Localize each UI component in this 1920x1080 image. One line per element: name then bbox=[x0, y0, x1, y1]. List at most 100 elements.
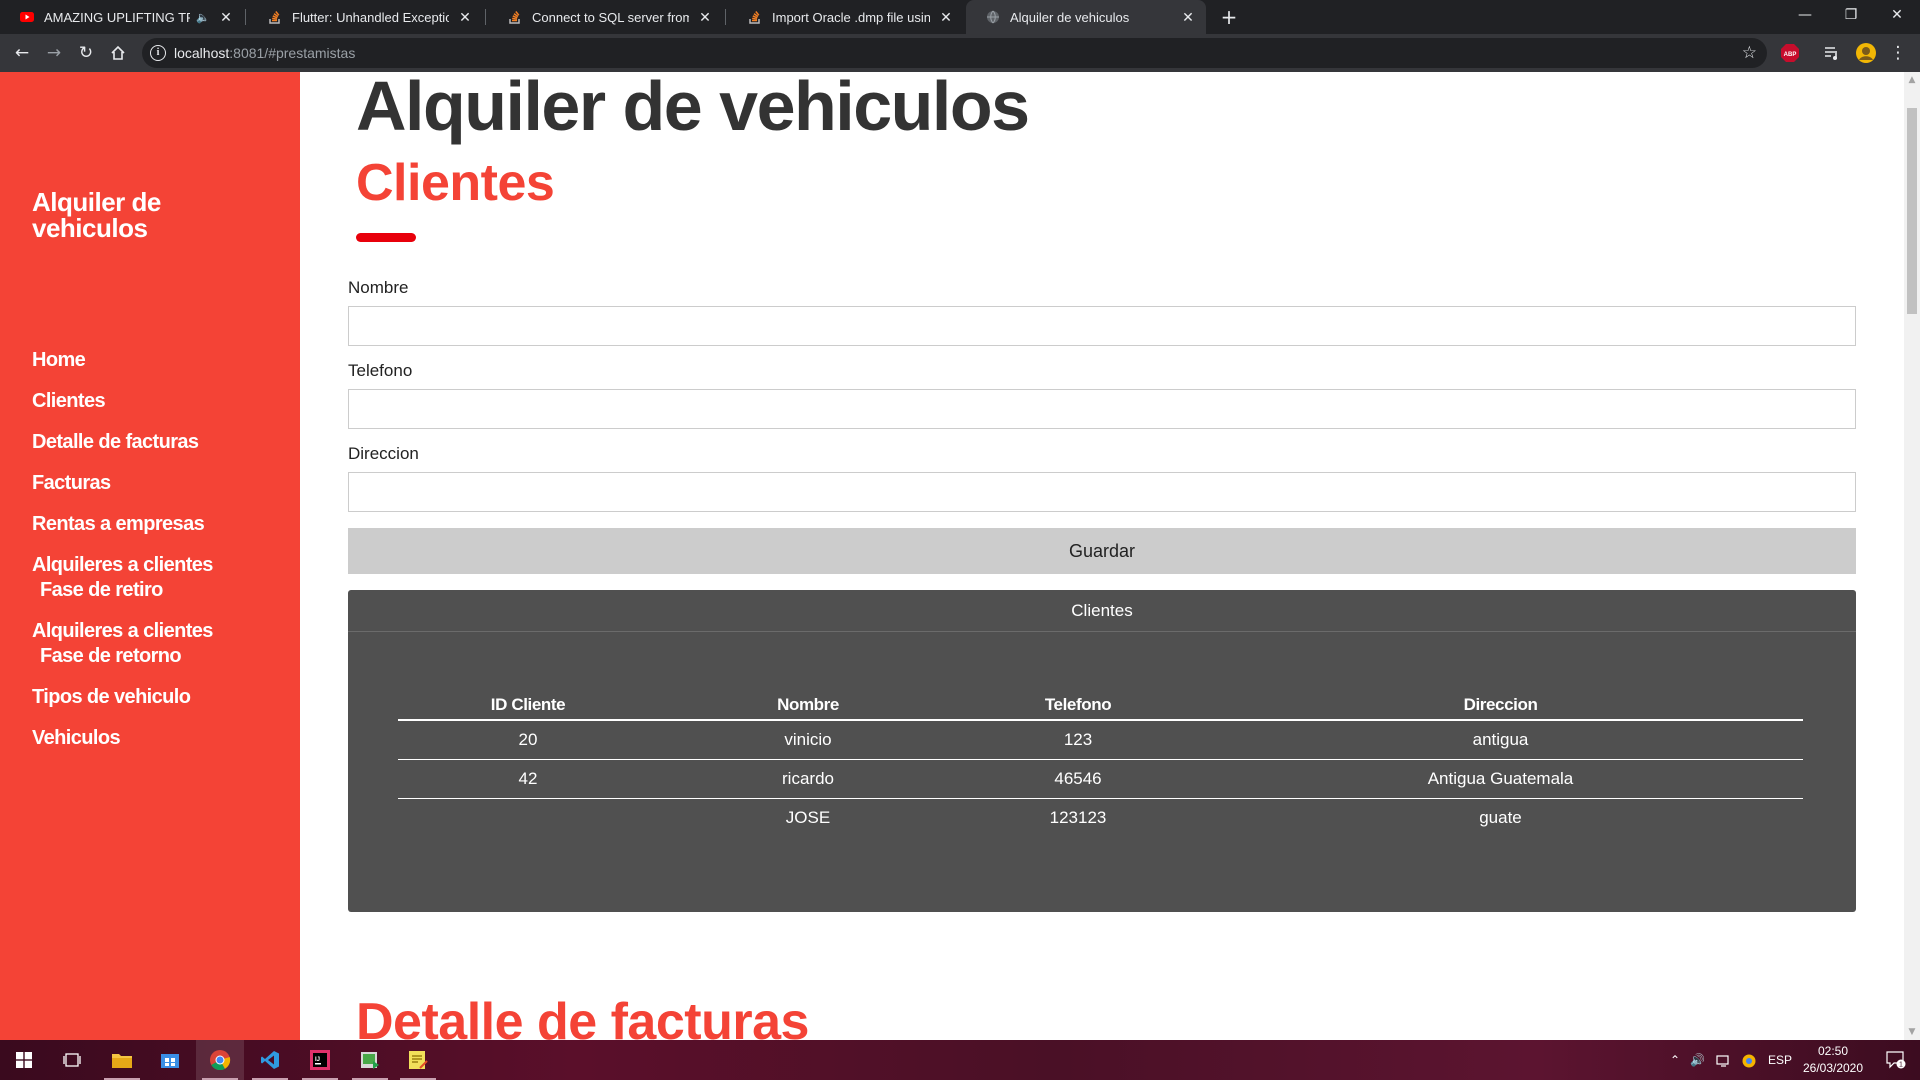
speaker-icon[interactable]: 🔈 bbox=[196, 11, 210, 24]
stackoverflow-icon bbox=[508, 10, 522, 24]
taskbar-clock[interactable]: 02:50 26/03/2020 bbox=[1798, 1043, 1868, 1077]
vscode-icon[interactable] bbox=[246, 1040, 294, 1080]
sidebar-item-home[interactable]: Home bbox=[32, 348, 292, 373]
sidebar-item-alquileres-retiro[interactable]: Alquileres a clientes Fase de retiro bbox=[32, 553, 292, 603]
section-title: Clientes bbox=[356, 154, 555, 212]
notification-center-icon[interactable]: 1 bbox=[1872, 1040, 1920, 1080]
sidebar-brand[interactable]: Alquiler de vehiculos bbox=[32, 189, 232, 241]
tab-title: Connect to SQL server from PHP bbox=[532, 9, 689, 25]
section-underline bbox=[356, 233, 416, 242]
cell-direccion: Antigua Guatemala bbox=[1198, 759, 1803, 799]
windows-taskbar: IJ ⌃ 🔊 ESP 02:50 26/03/2020 1 bbox=[0, 1040, 1920, 1080]
forward-arrow-icon[interactable]: → bbox=[40, 39, 68, 67]
table-row[interactable]: JOSE 123123 guate bbox=[398, 798, 1803, 837]
address-bar[interactable]: i localhost:8081/#prestamistas ☆ bbox=[142, 38, 1767, 68]
adblock-badge-text: ABP bbox=[1784, 52, 1797, 58]
nombre-input[interactable] bbox=[348, 306, 1856, 346]
close-icon[interactable]: ✕ bbox=[457, 9, 473, 26]
svg-text:IJ: IJ bbox=[315, 1057, 320, 1063]
table-row[interactable]: 20 vinicio 123 antigua bbox=[398, 720, 1803, 760]
save-button[interactable]: Guardar bbox=[348, 528, 1856, 574]
close-icon[interactable]: ✕ bbox=[218, 9, 234, 26]
volume-icon[interactable]: 🔊 bbox=[1690, 1040, 1705, 1080]
restore-button[interactable]: ❐ bbox=[1828, 0, 1874, 34]
globe-icon bbox=[986, 10, 1000, 24]
sidebar-item-alquileres-retorno[interactable]: Alquileres a clientes Fase de retorno bbox=[32, 619, 292, 669]
close-icon[interactable]: ✕ bbox=[938, 9, 954, 26]
browser-tab-active[interactable]: Alquiler de vehiculos ✕ bbox=[966, 0, 1206, 34]
column-header-direccion: Direccion bbox=[1198, 690, 1803, 721]
browser-menu-icon[interactable]: ⋮ bbox=[1884, 39, 1912, 67]
sidebar-item-rentas-empresas[interactable]: Rentas a empresas bbox=[32, 512, 292, 537]
windows-start-icon[interactable] bbox=[0, 1040, 48, 1080]
telefono-input[interactable] bbox=[348, 389, 1856, 429]
sidebar-item-tipos-vehiculo[interactable]: Tipos de vehiculo bbox=[32, 685, 292, 710]
scrollbar-thumb[interactable] bbox=[1907, 108, 1917, 314]
sidebar-item-clientes[interactable]: Clientes bbox=[32, 389, 292, 414]
tab-title: AMAZING UPLIFTING TRANC bbox=[44, 9, 190, 25]
column-header-id: ID Cliente bbox=[398, 690, 658, 721]
clock-date: 26/03/2020 bbox=[1802, 1061, 1864, 1075]
chrome-tray-icon[interactable] bbox=[1742, 1040, 1756, 1080]
cell-nombre: JOSE bbox=[785, 807, 831, 827]
back-arrow-icon[interactable]: ← bbox=[8, 39, 36, 67]
sidebar: Alquiler de vehiculos Home Clientes Deta… bbox=[0, 72, 300, 1040]
cell-telefono: 123123 bbox=[1049, 807, 1107, 827]
browser-tab-sql[interactable]: Connect to SQL server from PHP ✕ bbox=[488, 0, 723, 34]
stackoverflow-icon bbox=[748, 10, 762, 24]
file-explorer-icon[interactable] bbox=[98, 1040, 146, 1080]
sidebar-item-facturas[interactable]: Facturas bbox=[32, 471, 292, 496]
media-queue-icon[interactable] bbox=[1818, 39, 1846, 67]
reload-icon[interactable]: ↻ bbox=[72, 39, 100, 67]
scroll-down-arrow-icon[interactable]: ▼ bbox=[1904, 1024, 1920, 1040]
task-view-icon[interactable] bbox=[48, 1040, 96, 1080]
profile-avatar[interactable] bbox=[1852, 39, 1880, 67]
close-icon[interactable]: ✕ bbox=[697, 9, 713, 26]
direccion-input[interactable] bbox=[348, 472, 1856, 512]
sidebar-item-detalle-facturas[interactable]: Detalle de facturas bbox=[32, 430, 292, 455]
tab-title: Alquiler de vehiculos bbox=[1010, 9, 1130, 25]
tab-title: Flutter: Unhandled Exception: Se bbox=[292, 9, 449, 25]
browser-tab-flutter[interactable]: Flutter: Unhandled Exception: Se ✕ bbox=[248, 0, 483, 34]
new-tab-button[interactable]: + bbox=[1216, 4, 1242, 30]
media-app-icon[interactable] bbox=[346, 1040, 394, 1080]
network-icon[interactable] bbox=[1716, 1040, 1732, 1080]
info-icon[interactable]: i bbox=[150, 45, 166, 61]
editor-app-icon[interactable] bbox=[394, 1040, 442, 1080]
tab-divider bbox=[725, 9, 726, 25]
notification-count: 1 bbox=[1899, 1062, 1903, 1069]
tab-title: Import Oracle .dmp file using SQ bbox=[772, 9, 930, 25]
intellij-icon[interactable]: IJ bbox=[296, 1040, 344, 1080]
adblock-extension-icon[interactable]: ABP bbox=[1776, 39, 1804, 67]
page-title: Alquiler de vehiculos bbox=[356, 72, 1030, 145]
home-icon[interactable] bbox=[104, 39, 132, 67]
cell-direccion: antigua bbox=[1198, 720, 1803, 760]
clientes-table: ID Cliente Nombre Telefono Direccion 20 … bbox=[398, 690, 1803, 837]
telefono-label: Telefono bbox=[348, 361, 413, 380]
sidebar-item-vehiculos[interactable]: Vehiculos bbox=[32, 726, 292, 751]
column-header-telefono: Telefono bbox=[958, 690, 1198, 721]
direccion-label: Direccion bbox=[348, 444, 419, 463]
detalle-facturas-section-title: Detalle de facturas bbox=[356, 993, 809, 1040]
clock-time: 02:50 bbox=[1817, 1044, 1849, 1058]
youtube-icon bbox=[20, 10, 34, 24]
star-icon[interactable]: ☆ bbox=[1742, 38, 1757, 68]
window-close-button[interactable]: ✕ bbox=[1874, 0, 1920, 34]
column-header-nombre: Nombre bbox=[658, 690, 958, 721]
scroll-up-arrow-icon[interactable]: ▲ bbox=[1904, 72, 1920, 88]
stackoverflow-icon bbox=[268, 10, 282, 24]
browser-tab-oracle[interactable]: Import Oracle .dmp file using SQ ✕ bbox=[728, 0, 964, 34]
tab-divider bbox=[485, 9, 486, 25]
cell-nombre: vinicio bbox=[658, 720, 958, 760]
sidebar-nav: Home Clientes Detalle de facturas Factur… bbox=[32, 348, 292, 751]
url-text[interactable]: localhost:8081/#prestamistas bbox=[174, 38, 355, 68]
language-indicator[interactable]: ESP bbox=[1768, 1040, 1792, 1080]
minimize-button[interactable]: — bbox=[1782, 0, 1828, 34]
browser-tab-youtube[interactable]: AMAZING UPLIFTING TRANC 🔈 ✕ bbox=[0, 0, 244, 34]
chrome-icon[interactable] bbox=[196, 1040, 244, 1080]
store-icon[interactable] bbox=[146, 1040, 194, 1080]
page-scrollbar[interactable]: ▲ ▼ bbox=[1904, 72, 1920, 1040]
table-row[interactable]: 42 ricardo 46546 Antigua Guatemala bbox=[398, 759, 1803, 799]
close-icon[interactable]: ✕ bbox=[1180, 9, 1196, 26]
tray-overflow-icon[interactable]: ⌃ bbox=[1670, 1040, 1680, 1080]
